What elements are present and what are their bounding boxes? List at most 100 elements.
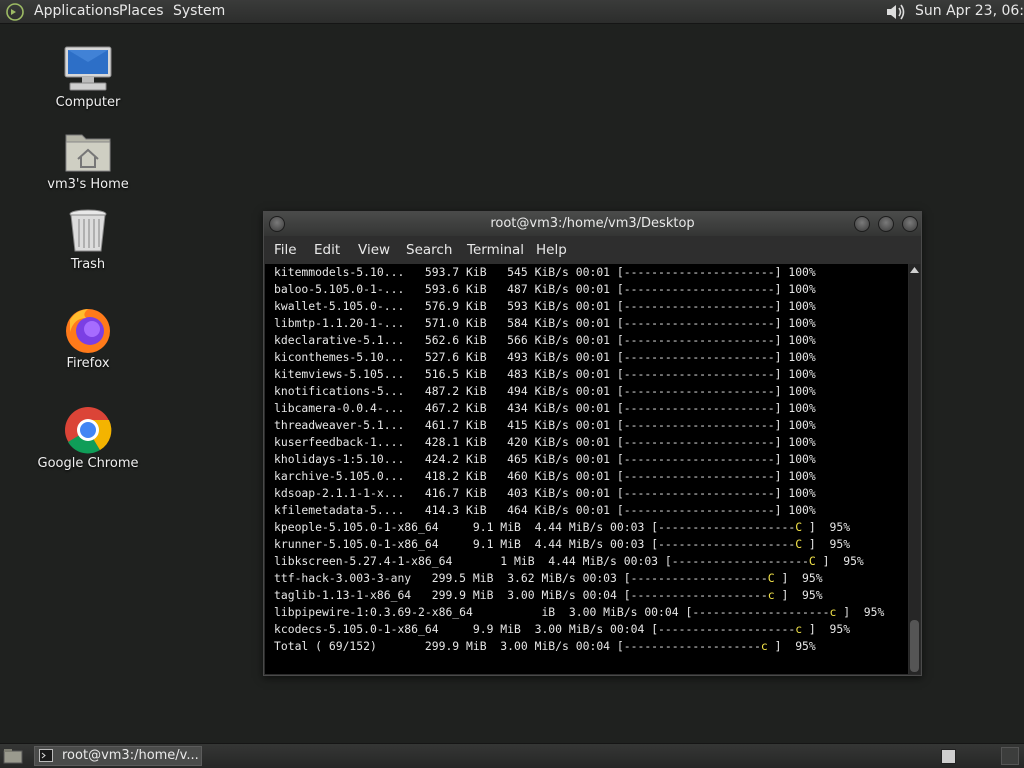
trash-applet[interactable] <box>1001 747 1019 765</box>
terminal-line: kitemviews-5.105... 516.5 KiB 483 KiB/s … <box>274 366 884 383</box>
home-folder-icon <box>65 134 111 172</box>
menu-edit[interactable]: Edit <box>314 242 340 258</box>
menu-view[interactable]: View <box>358 242 390 258</box>
maximize-button[interactable] <box>878 216 894 232</box>
terminal-line: kholidays-1:5.10... 424.2 KiB 465 KiB/s … <box>274 451 884 468</box>
terminal-output[interactable]: kitemmodels-5.10... 593.7 KiB 545 KiB/s … <box>265 264 908 674</box>
download-info: krunner-5.105.0-1-x86_64 9.1 MiB 4.44 Mi… <box>274 537 652 551</box>
progress-percent: 100% <box>781 299 816 313</box>
progress-bar: [--------------------C ] <box>664 554 830 568</box>
progress-bar: [--------------------C ] <box>651 520 816 534</box>
progress-percent: 100% <box>781 367 816 381</box>
progress-bar: [----------------------] <box>616 367 782 381</box>
terminal-line: krunner-5.105.0-1-x86_64 9.1 MiB 4.44 Mi… <box>274 536 884 553</box>
trash-icon <box>69 209 107 252</box>
terminal-line: kwallet-5.105.0-... 576.9 KiB 593 KiB/s … <box>274 298 884 315</box>
taskbar-terminal-button[interactable]: root@vm3:/home/v... <box>34 746 202 766</box>
terminal-icon <box>39 749 53 762</box>
computer-icon <box>64 46 112 91</box>
close-button[interactable] <box>902 216 918 232</box>
terminal-line: kitemmodels-5.10... 593.7 KiB 545 KiB/s … <box>274 264 884 281</box>
progress-cursor: C <box>795 537 803 551</box>
progress-bar: [--------------------C ] <box>623 571 789 585</box>
scrollbar-thumb[interactable] <box>910 620 919 672</box>
terminal-scrollbar[interactable] <box>909 264 920 674</box>
progress-percent: 95% <box>850 605 885 619</box>
progress-bar: [--------------------c ] <box>685 605 851 619</box>
firefox-icon <box>66 309 110 353</box>
progress-cursor: c <box>760 639 768 653</box>
minimize-button[interactable] <box>854 216 870 232</box>
progress-bar: [----------------------] <box>616 435 782 449</box>
progress-bar: [--------------------c ] <box>616 639 782 653</box>
progress-percent: 100% <box>781 418 816 432</box>
progress-cursor: c <box>767 588 775 602</box>
progress-bar: [----------------------] <box>616 469 782 483</box>
menu-help[interactable]: Help <box>536 242 567 258</box>
progress-percent: 100% <box>781 350 816 364</box>
terminal-line: kiconthemes-5.10... 527.6 KiB 493 KiB/s … <box>274 349 884 366</box>
menu-file[interactable]: File <box>274 242 297 258</box>
volume-icon[interactable] <box>884 2 906 22</box>
progress-bar: [----------------------] <box>616 486 782 500</box>
desktop-icon-label: Trash <box>70 257 106 272</box>
progress-bar: [--------------------c ] <box>651 622 816 636</box>
distro-logo-icon[interactable] <box>5 2 25 22</box>
progress-bar: [----------------------] <box>616 282 782 296</box>
download-info: kitemmodels-5.10... 593.7 KiB 545 KiB/s … <box>274 265 617 279</box>
download-info: libmtp-1.1.20-1-... 571.0 KiB 584 KiB/s … <box>274 316 617 330</box>
progress-percent: 100% <box>781 282 816 296</box>
window-titlebar[interactable]: root@vm3:/home/vm3/Desktop <box>264 212 921 236</box>
progress-percent: 100% <box>781 384 816 398</box>
progress-bar: [----------------------] <box>616 384 782 398</box>
chrome-icon <box>65 407 112 454</box>
download-info: kuserfeedback-1.... 428.1 KiB 420 KiB/s … <box>274 435 617 449</box>
terminal-line: baloo-5.105.0-1-... 593.6 KiB 487 KiB/s … <box>274 281 884 298</box>
progress-percent: 100% <box>781 486 816 500</box>
terminal-line: ttf-hack-3.003-3-any 299.5 MiB 3.62 MiB/… <box>274 570 884 587</box>
progress-percent: 100% <box>781 452 816 466</box>
scroll-up-arrow-icon[interactable] <box>909 265 920 276</box>
terminal-line: libpipewire-1:0.3.69-2-x86_64 iB 3.00 Mi… <box>274 604 884 621</box>
download-info: threadweaver-5.1... 461.7 KiB 415 KiB/s … <box>274 418 617 432</box>
desktop-icon-trash[interactable]: Trash <box>33 207 143 272</box>
progress-bar: [----------------------] <box>616 350 782 364</box>
menu-terminal[interactable]: Terminal <box>467 242 524 258</box>
desktop-icon-computer[interactable]: Computer <box>33 45 143 110</box>
places-menu[interactable]: Places <box>119 3 164 19</box>
progress-cursor: C <box>795 520 803 534</box>
progress-cursor: C <box>808 554 816 568</box>
progress-bar: [----------------------] <box>616 401 782 415</box>
progress-bar: [----------------------] <box>616 418 782 432</box>
menu-search[interactable]: Search <box>406 242 452 258</box>
progress-percent: 100% <box>781 469 816 483</box>
progress-bar: [--------------------C ] <box>651 537 816 551</box>
progress-bar: [----------------------] <box>616 333 782 347</box>
system-menu[interactable]: System <box>173 3 225 19</box>
clock[interactable]: Sun Apr 23, 06:58 <box>915 3 1024 19</box>
terminal-menubar: File Edit View Search Terminal Help <box>264 236 921 264</box>
progress-percent: 95% <box>815 537 851 551</box>
progress-bar: [----------------------] <box>616 265 782 279</box>
window-title: root@vm3:/home/vm3/Desktop <box>490 216 695 231</box>
desktop-icon-firefox[interactable]: Firefox <box>33 306 143 371</box>
desktop-icon-label: Computer <box>55 95 121 110</box>
download-info: kdsoap-2.1.1-1-x... 416.7 KiB 403 KiB/s … <box>274 486 617 500</box>
applications-menu[interactable]: Applications <box>34 3 120 19</box>
desktop-icon-label: Firefox <box>66 356 110 371</box>
desktop-icon-home[interactable]: vm3's Home <box>33 127 143 192</box>
workspace-switcher[interactable] <box>941 749 956 764</box>
download-info: kfilemetadata-5.... 414.3 KiB 464 KiB/s … <box>274 503 617 517</box>
progress-cursor: C <box>767 571 775 585</box>
terminal-window[interactable]: root@vm3:/home/vm3/Desktop File Edit Vie… <box>263 211 922 676</box>
desktop-icon-chrome[interactable]: Google Chrome <box>33 406 143 471</box>
download-info: kwallet-5.105.0-... 576.9 KiB 593 KiB/s … <box>274 299 617 313</box>
download-info: libpipewire-1:0.3.69-2-x86_64 iB 3.00 Mi… <box>274 605 686 619</box>
terminal-line: threadweaver-5.1... 461.7 KiB 415 KiB/s … <box>274 417 884 434</box>
download-info: libcamera-0.0.4-... 467.2 KiB 434 KiB/s … <box>274 401 617 415</box>
progress-percent: 100% <box>781 503 816 517</box>
show-desktop-icon[interactable] <box>3 748 23 764</box>
progress-percent: 95% <box>815 520 851 534</box>
terminal-line: kdeclarative-5.1... 562.6 KiB 566 KiB/s … <box>274 332 884 349</box>
terminal-line: kpeople-5.105.0-1-x86_64 9.1 MiB 4.44 Mi… <box>274 519 884 536</box>
